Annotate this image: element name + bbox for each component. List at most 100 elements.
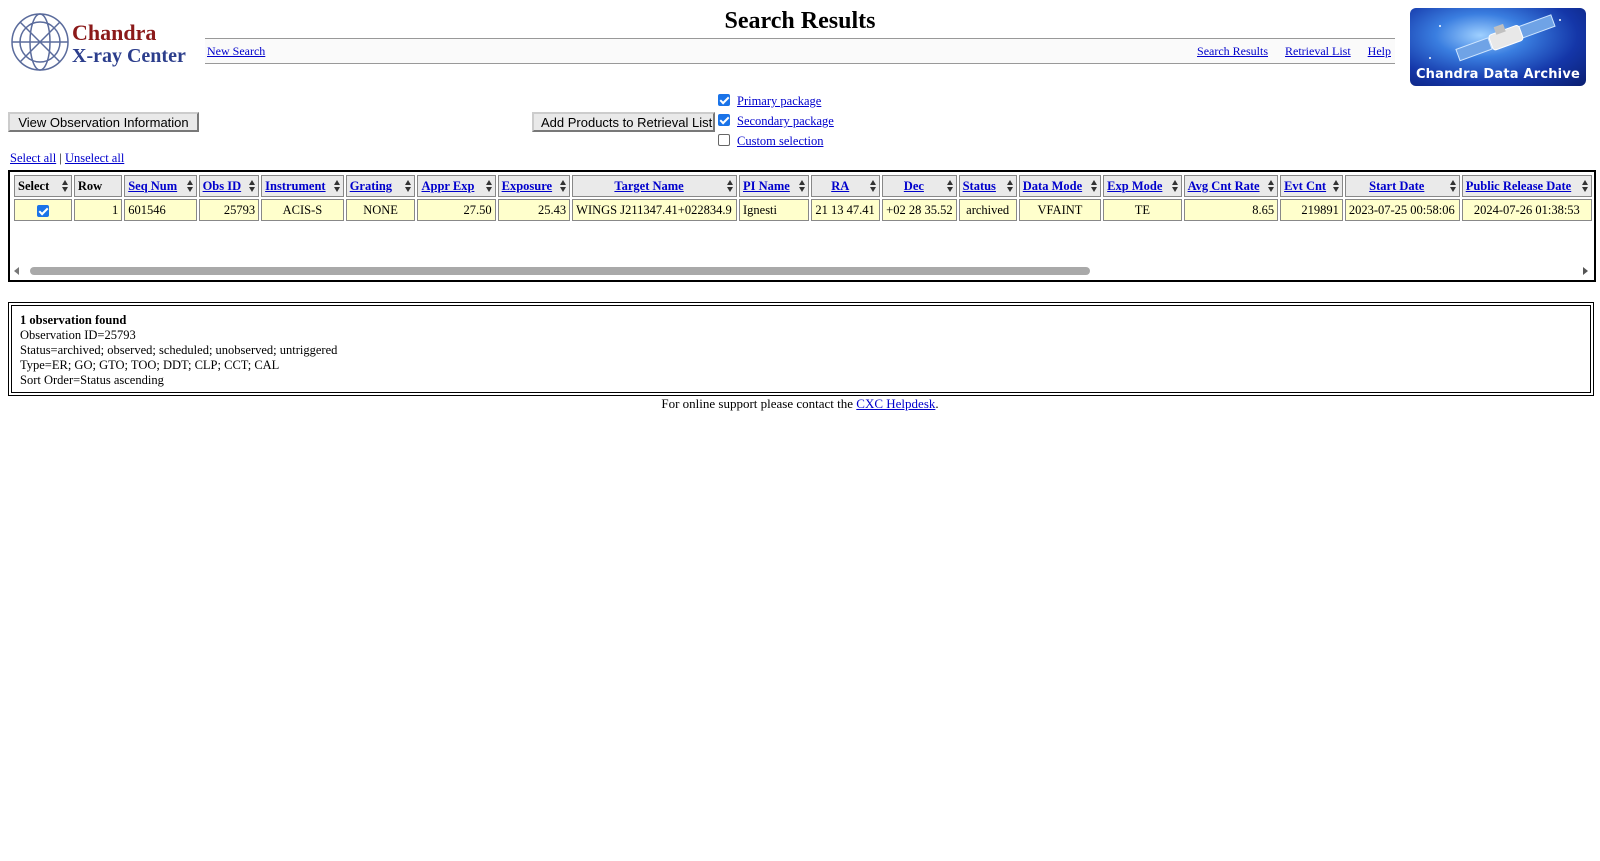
cell-target-name: WINGS J211347.41+022834.9 bbox=[572, 199, 737, 221]
col-instrument[interactable]: Instrument bbox=[261, 175, 344, 197]
cell-dec: +02 28 35.52 bbox=[882, 199, 957, 221]
col-obs-id[interactable]: Obs ID bbox=[198, 175, 260, 197]
col-pi-name[interactable]: PI Name bbox=[738, 175, 810, 197]
sort-icon[interactable] bbox=[405, 180, 412, 192]
sort-icon[interactable] bbox=[1006, 180, 1014, 192]
primary-package-checkbox[interactable] bbox=[718, 94, 730, 107]
new-search-link[interactable]: New Search bbox=[207, 44, 265, 59]
secondary-package-label[interactable]: Secondary package bbox=[737, 114, 834, 128]
col-row: Row bbox=[73, 175, 123, 197]
results-grid: Select Row Seq Num Obs ID Instrument Gra… bbox=[8, 170, 1596, 282]
sort-icon[interactable] bbox=[485, 180, 493, 192]
col-dec[interactable]: Dec bbox=[882, 175, 957, 197]
cell-pi-name: Ignesti bbox=[738, 199, 810, 221]
logo-chandra-text: Chandra bbox=[72, 20, 156, 45]
sort-icon[interactable] bbox=[1332, 180, 1340, 192]
logo-xray-center-text: X-ray Center bbox=[72, 45, 186, 67]
sort-icon[interactable] bbox=[946, 180, 954, 192]
col-start-date[interactable]: Start Date bbox=[1344, 175, 1460, 197]
add-products-to-retrieval-list-button[interactable]: Add Products to Retrieval List bbox=[532, 112, 715, 132]
col-status[interactable]: Status bbox=[958, 175, 1017, 197]
custom-selection-option[interactable]: Custom selection bbox=[718, 134, 823, 149]
cell-status: archived bbox=[958, 199, 1017, 221]
cell-exposure: 25.43 bbox=[497, 199, 571, 221]
summary-line-sort-order: Sort Order=Status ascending bbox=[20, 373, 164, 387]
search-summary: 1 observation found Observation ID=25793… bbox=[8, 302, 1594, 396]
cell-public-release-date: 2024-07-26 01:38:53 bbox=[1461, 199, 1592, 221]
col-evt-cnt[interactable]: Evt Cnt bbox=[1280, 175, 1343, 197]
horizontal-scrollbar[interactable] bbox=[10, 264, 1594, 278]
search-results-link[interactable]: Search Results bbox=[1197, 44, 1268, 58]
view-observation-information-button[interactable]: View Observation Information bbox=[8, 112, 199, 132]
sort-icon[interactable] bbox=[249, 180, 256, 192]
footer-text: For online support please contact the bbox=[661, 396, 854, 411]
cell-instrument: ACIS-S bbox=[261, 199, 344, 221]
cell-exp-mode: TE bbox=[1103, 199, 1182, 221]
select-controls: Select all | Unselect all bbox=[10, 151, 124, 166]
sort-icon[interactable] bbox=[61, 180, 69, 192]
col-exp-mode[interactable]: Exp Mode bbox=[1103, 175, 1182, 197]
scroll-right-arrow-icon[interactable] bbox=[1583, 267, 1588, 275]
sort-icon[interactable] bbox=[1449, 180, 1457, 192]
col-public-release-date[interactable]: Public Release Date bbox=[1461, 175, 1592, 197]
sort-icon[interactable] bbox=[726, 180, 734, 192]
sort-icon[interactable] bbox=[1091, 180, 1098, 192]
summary-line-type: Type=ER; GO; GTO; TOO; DDT; CLP; CCT; CA… bbox=[20, 358, 280, 372]
sort-icon[interactable] bbox=[1268, 180, 1275, 192]
secondary-package-checkbox[interactable] bbox=[718, 114, 730, 127]
summary-line-status: Status=archived; observed; scheduled; un… bbox=[20, 343, 338, 357]
cell-appr-exp: 27.50 bbox=[417, 199, 496, 221]
table-row: 1 601546 25793 ACIS-S NONE 27.50 25.43 W… bbox=[14, 199, 1592, 221]
cxc-helpdesk-link[interactable]: CXC Helpdesk bbox=[856, 396, 935, 411]
chandra-data-archive-logo[interactable]: Chandra Data Archive bbox=[1410, 8, 1586, 86]
primary-package-label[interactable]: Primary package bbox=[737, 94, 821, 108]
cell-avg-cnt-rate: 8.65 bbox=[1183, 199, 1279, 221]
sort-icon[interactable] bbox=[870, 180, 877, 192]
col-data-mode[interactable]: Data Mode bbox=[1018, 175, 1102, 197]
col-seq-num[interactable]: Seq Num bbox=[124, 175, 197, 197]
custom-selection-label[interactable]: Custom selection bbox=[737, 134, 823, 148]
row-select-cell[interactable] bbox=[14, 199, 72, 221]
cxc-logo[interactable]: Chandra X-ray Center bbox=[10, 10, 200, 78]
scroll-left-arrow-icon[interactable] bbox=[14, 267, 19, 275]
sort-icon[interactable] bbox=[186, 180, 194, 192]
retrieval-list-link[interactable]: Retrieval List bbox=[1285, 44, 1351, 58]
cell-grating: NONE bbox=[345, 199, 416, 221]
footer-suffix: . bbox=[935, 396, 939, 411]
search-summary-inner: 1 observation found Observation ID=25793… bbox=[11, 305, 1591, 393]
observation-count: 1 observation found bbox=[20, 313, 127, 327]
secondary-package-option[interactable]: Secondary package bbox=[718, 114, 834, 129]
nav-bar: New Search Search Results Retrieval List… bbox=[205, 38, 1395, 64]
scrollbar-thumb[interactable] bbox=[30, 267, 1090, 275]
cell-row: 1 bbox=[73, 199, 123, 221]
unselect-all-link[interactable]: Unselect all bbox=[65, 151, 124, 165]
sort-icon[interactable] bbox=[799, 180, 806, 192]
select-all-link[interactable]: Select all bbox=[10, 151, 56, 165]
row-select-checkbox[interactable] bbox=[36, 204, 49, 217]
sort-icon[interactable] bbox=[1582, 180, 1589, 192]
col-grating[interactable]: Grating bbox=[345, 175, 416, 197]
chandra-globe-icon: Chandra X-ray Center bbox=[11, 13, 186, 71]
footer: For online support please contact the CX… bbox=[0, 396, 1600, 412]
col-exposure[interactable]: Exposure bbox=[497, 175, 571, 197]
col-select[interactable]: Select bbox=[14, 175, 72, 197]
results-table: Select Row Seq Num Obs ID Instrument Gra… bbox=[12, 173, 1594, 223]
col-appr-exp[interactable]: Appr Exp bbox=[417, 175, 496, 197]
sort-icon[interactable] bbox=[333, 180, 341, 192]
cell-seq-num: 601546 bbox=[124, 199, 197, 221]
nav-links: Search Results Retrieval List Help bbox=[1183, 44, 1391, 59]
col-target-name[interactable]: Target Name bbox=[572, 175, 737, 197]
primary-package-option[interactable]: Primary package bbox=[718, 94, 821, 109]
select-separator: | bbox=[59, 151, 62, 165]
chandra-data-archive-text: Chandra Data Archive bbox=[1415, 67, 1581, 82]
custom-selection-checkbox[interactable] bbox=[718, 134, 730, 147]
col-avg-cnt-rate[interactable]: Avg Cnt Rate bbox=[1183, 175, 1279, 197]
cell-ra: 21 13 47.41 bbox=[811, 199, 881, 221]
col-ra[interactable]: RA bbox=[811, 175, 881, 197]
sort-icon[interactable] bbox=[1171, 180, 1179, 192]
cell-data-mode: VFAINT bbox=[1018, 199, 1102, 221]
sort-icon[interactable] bbox=[560, 180, 567, 192]
help-link[interactable]: Help bbox=[1368, 44, 1391, 58]
page-title: Search Results bbox=[724, 8, 876, 34]
table-header-row: Select Row Seq Num Obs ID Instrument Gra… bbox=[14, 175, 1592, 197]
